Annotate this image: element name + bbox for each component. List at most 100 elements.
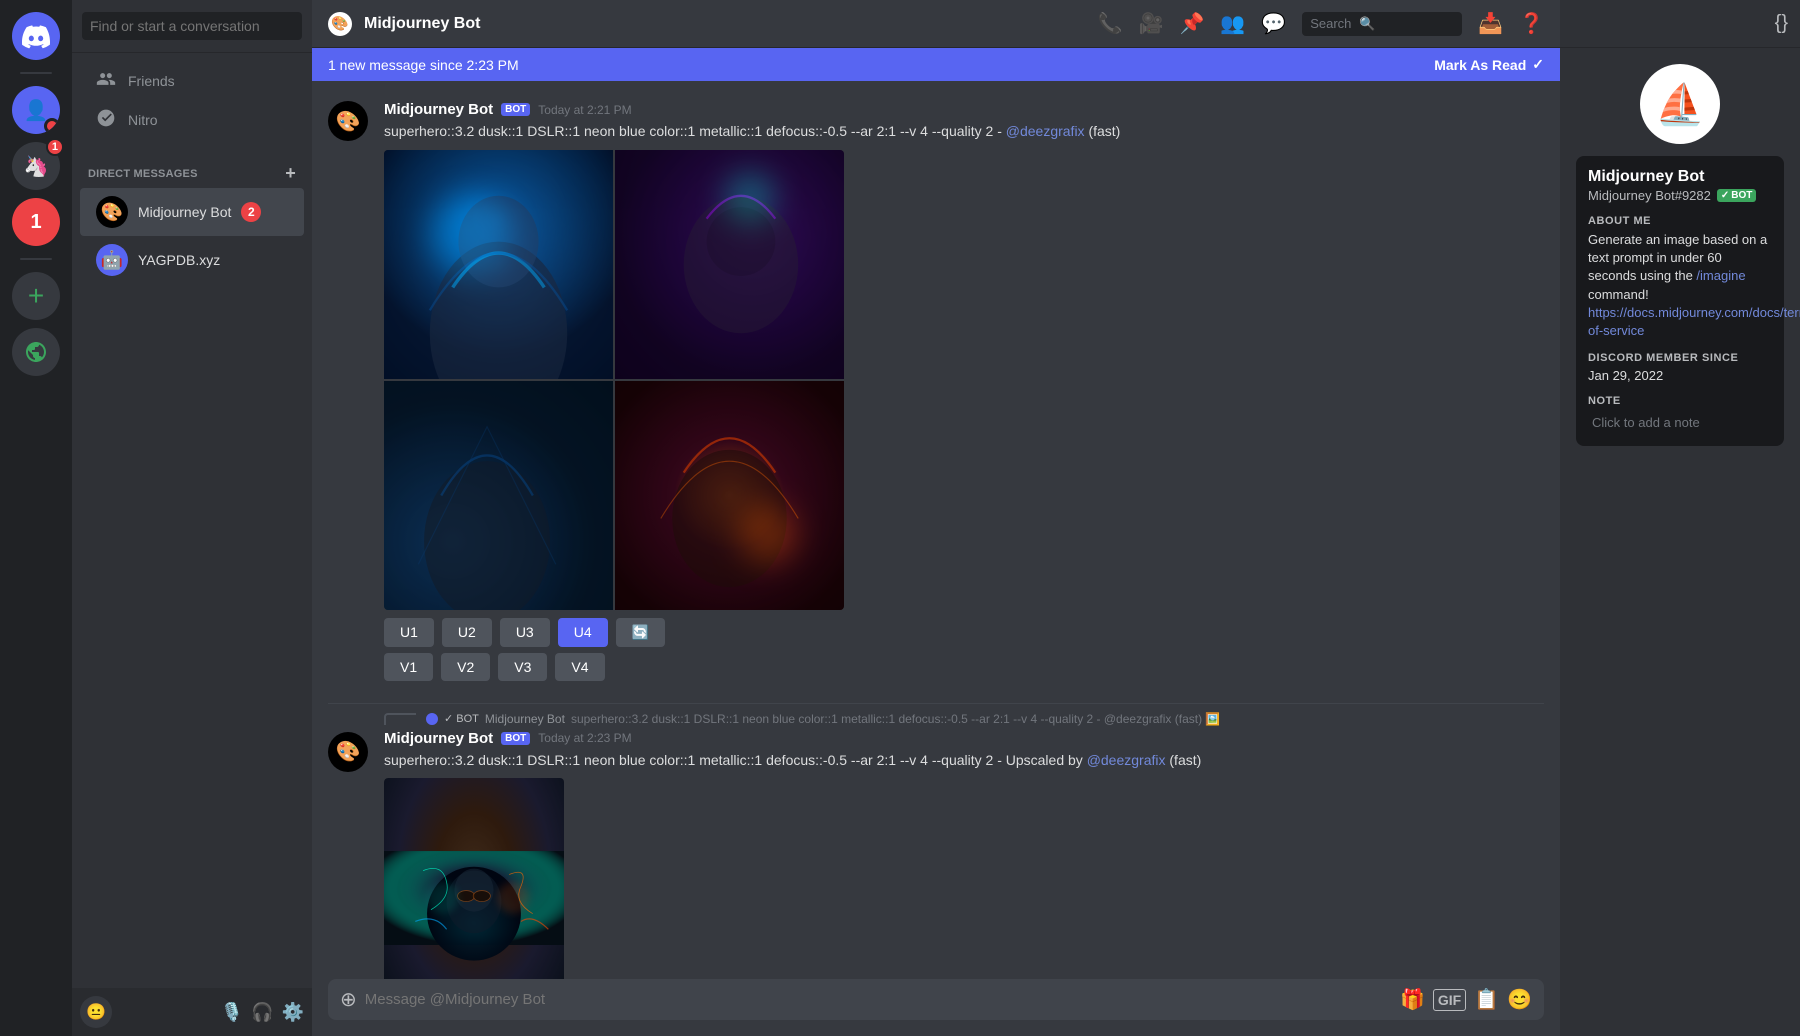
msg2-text-content: superhero::3.2 dusk::1 DSLR::1 neon blue…	[384, 752, 1087, 768]
settings-icon[interactable]: ⚙️	[282, 1002, 304, 1023]
v2-button[interactable]: V2	[441, 653, 490, 681]
chat-title: Midjourney Bot	[364, 15, 480, 33]
mute-icon[interactable]: 🎙️	[221, 1002, 243, 1023]
dm-item-midjourney[interactable]: 🎨 Midjourney Bot 2	[80, 188, 304, 236]
msg2-header: Midjourney Bot BOT Today at 2:23 PM	[384, 730, 1544, 747]
msg1-button-row-2: V1 V2 V3 V4	[384, 653, 1544, 681]
msg1-button-row-1: U1 U2 U3 U4 🔄	[384, 618, 1544, 647]
profile-username: Midjourney Bot	[1588, 168, 1772, 186]
msg2-upscaled-image[interactable]	[384, 778, 564, 979]
terms-link[interactable]: https://docs.midjourney.com/docs/terms-o…	[1588, 305, 1800, 338]
right-panel: {} ⛵ Midjourney Bot Midjourney Bot#9282 …	[1560, 0, 1800, 1036]
refresh-button[interactable]: 🔄	[616, 618, 665, 647]
sidebar-item-server3[interactable]: 1	[12, 198, 60, 246]
v1-button[interactable]: V1	[384, 653, 433, 681]
sidebar-item-server1[interactable]: 👤	[12, 86, 60, 134]
message-group-1: 🎨 Midjourney Bot BOT Today at 2:21 PM su…	[328, 97, 1544, 695]
msg1-image-grid	[384, 150, 844, 610]
midjourney-badge: 2	[241, 202, 261, 222]
v4-button[interactable]: V4	[555, 653, 604, 681]
help-icon[interactable]: ❓	[1519, 11, 1544, 36]
gift-icon[interactable]: 🎁	[1400, 987, 1425, 1012]
chat-input-area: ⊕ 🎁 GIF 📋 😊	[312, 979, 1560, 1036]
search-input[interactable]	[82, 12, 302, 40]
user-avatar: 😐	[80, 996, 112, 1028]
profile-discriminator: Midjourney Bot#9282 ✓ BOT	[1588, 188, 1772, 203]
server-divider-1	[20, 72, 52, 74]
msg1-suffix: (fast)	[1085, 123, 1121, 139]
msg2-suffix: (fast)	[1166, 752, 1202, 768]
yagpdb-username: YAGPDB.xyz	[138, 252, 220, 268]
chat-input-container: ⊕ 🎁 GIF 📋 😊	[328, 979, 1544, 1020]
members-icon[interactable]: 👥	[1220, 11, 1245, 36]
msg1-text: superhero::3.2 dusk::1 DSLR::1 neon blue…	[384, 122, 1544, 142]
msg1-image-3[interactable]	[384, 381, 613, 610]
u3-button[interactable]: U3	[500, 618, 550, 647]
mark-as-read-button[interactable]: Mark As Read ✓	[1434, 56, 1544, 73]
header-icons: 📞 🎥 📌 👥 💬 Search 🔍 📥 ❓	[1098, 11, 1544, 36]
u2-button[interactable]: U2	[442, 618, 492, 647]
deafen-icon[interactable]: 🎧	[251, 1002, 273, 1023]
friends-label: Friends	[128, 73, 175, 89]
sticker-icon[interactable]: 📋	[1474, 987, 1499, 1012]
sidebar-item-add-server[interactable]: +	[12, 272, 60, 320]
profile-avatar: ⛵	[1640, 64, 1720, 144]
profile-name-section: Midjourney Bot Midjourney Bot#9282 ✓ BOT…	[1576, 156, 1784, 446]
u1-button[interactable]: U1	[384, 618, 434, 647]
msg2-author: Midjourney Bot	[384, 730, 493, 747]
msg2-mention[interactable]: @deezgrafix	[1087, 752, 1166, 768]
new-message-text: 1 new message since 2:23 PM	[328, 57, 519, 73]
add-file-icon[interactable]: ⊕	[340, 987, 357, 1012]
add-dm-icon[interactable]: +	[285, 163, 296, 184]
yagpdb-avatar: 🤖	[96, 244, 128, 276]
sidebar-item-nitro[interactable]: Nitro	[80, 100, 304, 139]
note-field[interactable]: Click to add a note	[1588, 411, 1772, 434]
chat-header: 🎨 Midjourney Bot 📞 🎥 📌 👥 💬 Search 🔍 📥 ❓	[312, 0, 1560, 48]
new-message-banner: 1 new message since 2:23 PM Mark As Read…	[312, 48, 1560, 81]
msg2-ref-text: superhero::3.2 dusk::1 DSLR::1 neon blue…	[571, 712, 1220, 726]
code-icon[interactable]: {}	[1775, 12, 1788, 35]
sidebar-item-friends[interactable]: Friends	[80, 61, 304, 100]
u4-button[interactable]: U4	[558, 618, 608, 647]
msg2-avatar: 🎨	[328, 732, 368, 772]
member-since-date: Jan 29, 2022	[1588, 368, 1772, 383]
nitro-icon	[96, 108, 116, 131]
video-icon[interactable]: 🎥	[1139, 11, 1164, 36]
server-divider-2	[20, 258, 52, 260]
header-search-label: Search	[1310, 16, 1351, 31]
thread-icon[interactable]: 💬	[1261, 11, 1286, 36]
pin-icon[interactable]: 📌	[1179, 11, 1204, 36]
msg1-image-1[interactable]	[384, 150, 613, 379]
checkmark-icon: ✓	[1532, 56, 1544, 73]
sidebar-item-discord[interactable]	[12, 12, 60, 60]
dm-navigation: Friends Nitro	[72, 53, 312, 147]
sidebar-item-server2[interactable]: 🦄 1	[12, 142, 60, 190]
msg2-reference: ✓ BOT Midjourney Bot superhero::3.2 dusk…	[384, 712, 1544, 726]
dm-section-header: DIRECT MESSAGES +	[72, 147, 312, 188]
midjourney-avatar: 🎨	[96, 196, 128, 228]
v3-button[interactable]: V3	[498, 653, 547, 681]
imagine-command[interactable]: /imagine	[1696, 268, 1745, 283]
msg1-image-4[interactable]	[615, 381, 844, 610]
gif-icon[interactable]: GIF	[1433, 989, 1466, 1011]
main-chat: 🎨 Midjourney Bot 📞 🎥 📌 👥 💬 Search 🔍 📥 ❓ …	[312, 0, 1560, 1036]
msg1-text-content: superhero::3.2 dusk::1 DSLR::1 neon blue…	[384, 123, 1006, 139]
member-since-title: DISCORD MEMBER SINCE	[1588, 352, 1772, 364]
dm-item-yagpdb[interactable]: 🤖 YAGPDB.xyz	[80, 236, 304, 284]
sidebar-item-explore[interactable]	[12, 328, 60, 376]
msg1-image-2[interactable]	[615, 150, 844, 379]
call-icon[interactable]: 📞	[1098, 11, 1123, 36]
msg2-text: superhero::3.2 dusk::1 DSLR::1 neon blue…	[384, 751, 1544, 771]
server1-badge	[44, 118, 60, 134]
header-search-bar[interactable]: Search 🔍	[1302, 12, 1462, 36]
profile-bio: Generate an image based on a text prompt…	[1588, 231, 1772, 304]
emoji-icon[interactable]: 😊	[1507, 987, 1532, 1012]
messages-area: 🎨 Midjourney Bot BOT Today at 2:21 PM su…	[312, 81, 1560, 979]
inbox-icon[interactable]: 📥	[1478, 11, 1503, 36]
server2-notification-badge: 1	[46, 138, 64, 156]
msg2-single-image[interactable]	[384, 778, 844, 979]
msg2-bot-tag: BOT	[501, 732, 530, 745]
msg1-mention[interactable]: @deezgrafix	[1006, 123, 1085, 139]
msg1-content: Midjourney Bot BOT Today at 2:21 PM supe…	[384, 101, 1544, 687]
chat-input[interactable]	[365, 991, 1392, 1008]
